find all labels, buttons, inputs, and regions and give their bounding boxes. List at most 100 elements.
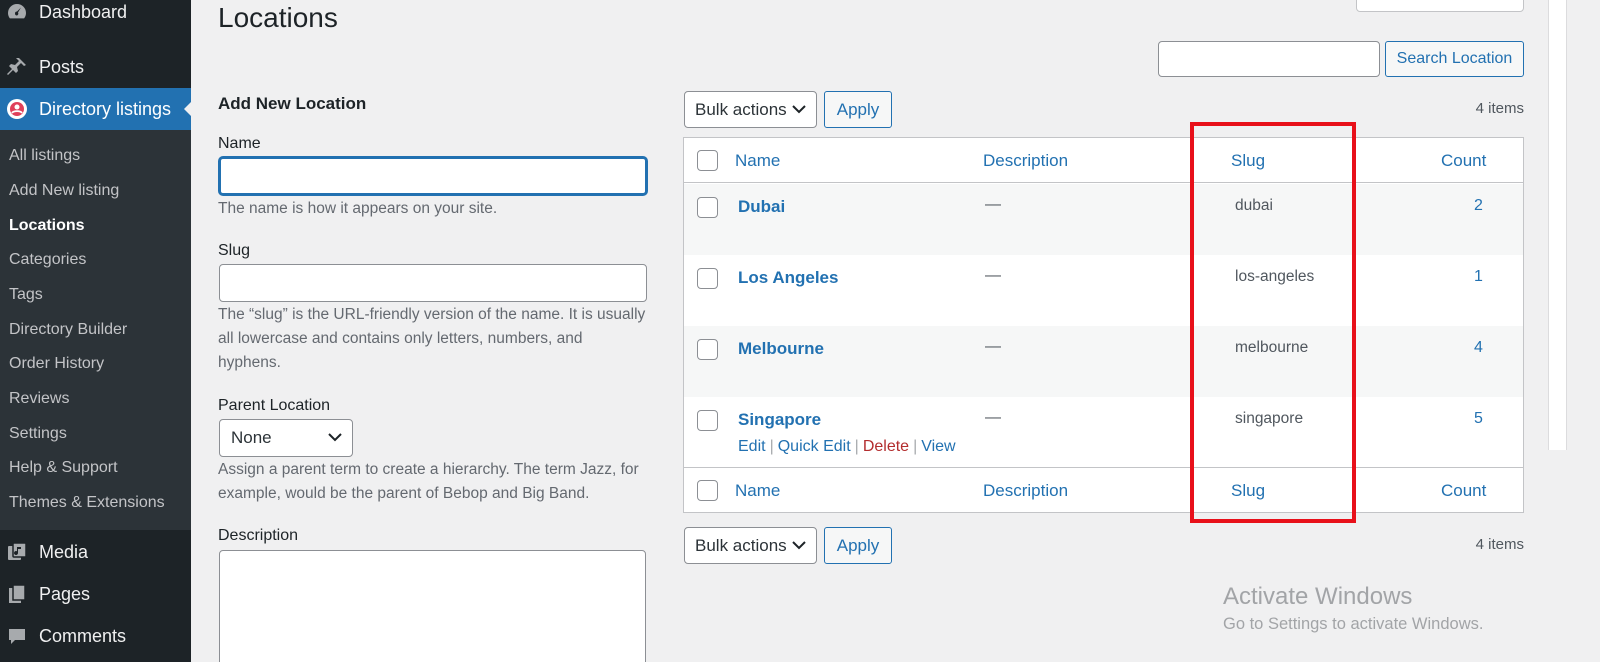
activate-windows-subtitle: Go to Settings to activate Windows.: [1223, 615, 1484, 633]
column-name-footer[interactable]: Name: [735, 481, 780, 501]
slug-description: The “slug” is the URL-friendly version o…: [218, 306, 646, 371]
page-title: Locations: [218, 2, 338, 33]
select-all-checkbox[interactable]: [697, 150, 718, 171]
menu-comments[interactable]: Comments: [0, 615, 191, 657]
menu-pages[interactable]: Pages: [0, 573, 191, 615]
menu-posts-label: Posts: [39, 56, 85, 77]
search-location-button[interactable]: Search Location: [1385, 41, 1524, 77]
separator: |: [854, 438, 859, 455]
delete-link[interactable]: Delete: [863, 438, 909, 455]
chevron-down-icon: [792, 541, 806, 550]
column-description-header[interactable]: Description: [983, 151, 1068, 171]
submenu-categories[interactable]: Categories: [9, 249, 86, 271]
slug-column-highlight: [1190, 122, 1356, 523]
name-input[interactable]: [219, 157, 647, 195]
bulk-actions-select-top[interactable]: Bulk actions: [684, 91, 817, 128]
row-description: —: [985, 267, 1001, 284]
search-input[interactable]: [1158, 41, 1380, 77]
activate-windows-title: Activate Windows: [1223, 583, 1413, 610]
name-description: The name is how it appears on your site.: [218, 200, 498, 217]
select-all-checkbox-footer[interactable]: [697, 480, 718, 501]
edit-link[interactable]: Edit: [738, 438, 766, 455]
row-description: —: [985, 196, 1001, 213]
description-textarea[interactable]: [219, 550, 646, 662]
menu-media[interactable]: Media: [0, 531, 191, 573]
submenu-settings[interactable]: Settings: [9, 423, 67, 445]
separator: |: [913, 438, 918, 455]
menu-comments-label: Comments: [39, 625, 127, 646]
parent-location-value: None: [231, 428, 272, 447]
submenu-add-new-listing[interactable]: Add New listing: [9, 180, 119, 202]
column-count-header[interactable]: Count: [1441, 151, 1486, 171]
submenu-themes-extensions[interactable]: Themes & Extensions: [9, 492, 165, 514]
row-name-link[interactable]: Los Angeles: [738, 268, 838, 288]
menu-directory-listings-label: Directory listings: [39, 98, 172, 119]
directory-icon: [6, 98, 28, 120]
row-name-link[interactable]: Dubai: [738, 197, 785, 217]
row-description: —: [985, 409, 1001, 426]
locations-table: Name Description Slug Count Dubai — duba…: [683, 137, 1524, 513]
parent-location-label: Parent Location: [218, 397, 331, 414]
media-icon: [6, 541, 28, 563]
submenu-reviews[interactable]: Reviews: [9, 388, 69, 410]
dashboard-icon: [6, 1, 28, 23]
view-link[interactable]: View: [921, 438, 955, 455]
description-label: Description: [218, 527, 299, 544]
row-name-link[interactable]: Singapore: [738, 410, 821, 430]
pages-icon: [6, 583, 28, 605]
row-count-link[interactable]: 4: [1474, 339, 1483, 357]
menu-media-label: Media: [39, 541, 89, 562]
slug-input[interactable]: [219, 264, 647, 302]
column-description-footer[interactable]: Description: [983, 481, 1068, 501]
row-checkbox[interactable]: [697, 339, 718, 360]
menu-pages-label: Pages: [39, 583, 91, 604]
add-new-location-heading: Add New Location: [218, 94, 367, 113]
page-scrollbar[interactable]: [1548, 0, 1567, 450]
menu-dashboard[interactable]: Dashboard: [0, 0, 191, 33]
chevron-down-icon: [328, 433, 342, 442]
separator: |: [769, 438, 774, 455]
submenu-tags[interactable]: Tags: [9, 284, 43, 306]
submenu-help-support[interactable]: Help & Support: [9, 457, 118, 479]
column-name-header[interactable]: Name: [735, 151, 780, 171]
bulk-actions-label: Bulk actions: [695, 535, 787, 555]
table-row: Los Angeles — los-angeles 1: [684, 255, 1523, 326]
row-actions: Edit | Quick Edit | Delete | View: [738, 438, 956, 456]
quick-edit-link[interactable]: Quick Edit: [778, 438, 851, 455]
row-checkbox[interactable]: [697, 268, 718, 289]
apply-button-bottom[interactable]: Apply: [824, 527, 892, 564]
menu-dashboard-label: Dashboard: [39, 1, 128, 22]
row-name-link[interactable]: Melbourne: [738, 339, 824, 359]
row-count-link[interactable]: 1: [1474, 268, 1483, 286]
submenu-locations[interactable]: Locations: [9, 215, 85, 237]
menu-directory-listings[interactable]: Directory listings: [0, 88, 192, 130]
row-count-link[interactable]: 5: [1474, 410, 1483, 428]
apply-button-top[interactable]: Apply: [824, 91, 892, 128]
submenu-order-history[interactable]: Order History: [9, 353, 104, 375]
name-label: Name: [218, 135, 261, 152]
slug-label: Slug: [218, 242, 251, 259]
table-row: Singapore — singapore 5 Edit | Quick Edit |…: [684, 397, 1523, 468]
items-count-top: 4 items: [1475, 100, 1524, 117]
table-row: Dubai — dubai 2: [684, 184, 1523, 255]
submenu-directory-builder[interactable]: Directory Builder: [9, 319, 127, 341]
menu-posts[interactable]: Posts: [0, 46, 191, 88]
admin-sidebar: Dashboard Posts Directory listings All l…: [0, 0, 192, 662]
row-checkbox[interactable]: [697, 410, 718, 431]
directory-submenu: All listings Add New listing Locations C…: [0, 130, 191, 530]
table-footer: Name Description Slug Count: [684, 467, 1523, 512]
comments-icon: [6, 625, 28, 647]
bulk-actions-select-bottom[interactable]: Bulk actions: [684, 527, 817, 564]
bulk-actions-label: Bulk actions: [695, 99, 787, 119]
parent-location-select[interactable]: None: [219, 419, 353, 457]
items-count-bottom: 4 items: [1475, 536, 1524, 553]
row-checkbox[interactable]: [697, 197, 718, 218]
column-count-footer[interactable]: Count: [1441, 481, 1486, 501]
table-header: Name Description Slug Count: [684, 138, 1523, 183]
submenu-all-listings[interactable]: All listings: [9, 145, 80, 167]
row-count-link[interactable]: 2: [1474, 197, 1483, 215]
parent-location-description: Assign a parent term to create a hierarc…: [218, 461, 639, 502]
table-row: Melbourne — melbourne 4: [684, 326, 1523, 397]
screen-options-button[interactable]: [1356, 0, 1524, 12]
row-description: —: [985, 338, 1001, 355]
